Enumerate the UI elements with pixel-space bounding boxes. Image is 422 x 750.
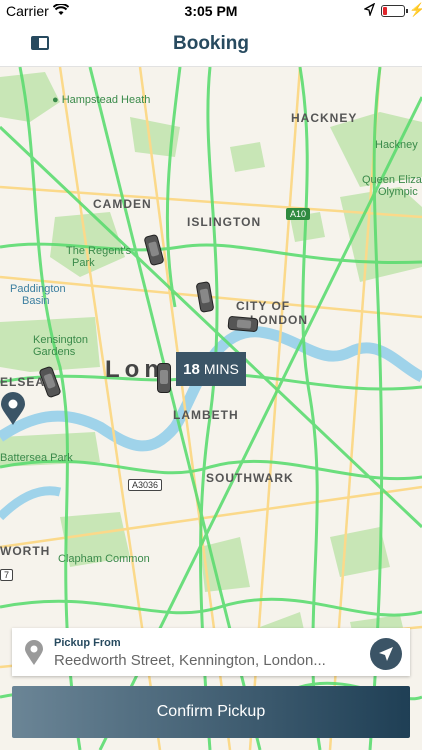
nav-bar: Booking <box>0 22 422 67</box>
park-label-kensington: Kensington <box>33 334 89 346</box>
eta-value: 18 <box>183 360 200 378</box>
status-time: 3:05 PM <box>184 3 238 19</box>
road-sign-a7: 7 <box>0 569 14 581</box>
park-label-basin: Basin <box>22 295 50 307</box>
park-label-hackney: Hackney <box>375 139 418 151</box>
car-icon <box>227 315 259 333</box>
pickup-field[interactable]: Pickup From Reedworth Street, Kennington… <box>12 628 410 676</box>
current-location-button[interactable] <box>370 638 402 670</box>
map-label-lambeth: LAMBETH <box>173 408 239 422</box>
park-label-hampstead-heath: ● Hampstead Heath <box>52 94 151 106</box>
eta-badge: 18 MINS <box>176 352 246 386</box>
park-label-park: Park <box>72 257 95 269</box>
location-arrow-icon <box>364 3 375 16</box>
map-label-worth: WORTH <box>0 544 51 558</box>
map-label-london-city: LONDON <box>250 313 308 327</box>
charging-icon: ⚡ <box>409 2 422 17</box>
park-label-gardens: Gardens <box>33 346 76 358</box>
map-pin-icon <box>1 392 25 425</box>
status-bar: Carrier 3:05 PM ⚡ <box>0 0 422 22</box>
battery-icon <box>381 5 408 17</box>
car-icon <box>157 363 171 393</box>
map-label-city-of: CITY OF <box>236 299 291 313</box>
map-label-southwark: SOUTHWARK <box>206 471 294 485</box>
pickup-label: Pickup From <box>54 637 121 649</box>
page-title: Booking <box>173 33 249 54</box>
road-sign-a3036: A3036 <box>128 479 163 491</box>
park-label-regents-park: The Regent's <box>66 245 132 257</box>
map-label-camden: CAMDEN <box>93 197 152 211</box>
map-label-islington: ISLINGTON <box>187 215 262 229</box>
park-label-clapham: Clapham Common <box>58 553 150 565</box>
map-label-london: Lon <box>105 356 164 383</box>
pickup-address[interactable]: Reedworth Street, Kennington, London... <box>54 652 364 669</box>
park-label-paddington: Paddington <box>10 283 66 295</box>
park-label-queen-eliz: Queen Eliza <box>362 174 422 186</box>
eta-unit: MINS <box>203 361 239 377</box>
park-label-battersea: Battersea Park <box>0 452 73 464</box>
map-label-chelsea: ELSEA <box>0 375 46 389</box>
confirm-pickup-button[interactable]: Confirm Pickup <box>12 686 410 738</box>
road-sign-a10: A10 <box>286 208 311 220</box>
park-label-olympic: Olympic <box>378 186 418 198</box>
map-label-hackney: HACKNEY <box>291 111 358 125</box>
navigation-arrow-icon <box>379 647 393 661</box>
location-pin-icon <box>25 640 43 665</box>
